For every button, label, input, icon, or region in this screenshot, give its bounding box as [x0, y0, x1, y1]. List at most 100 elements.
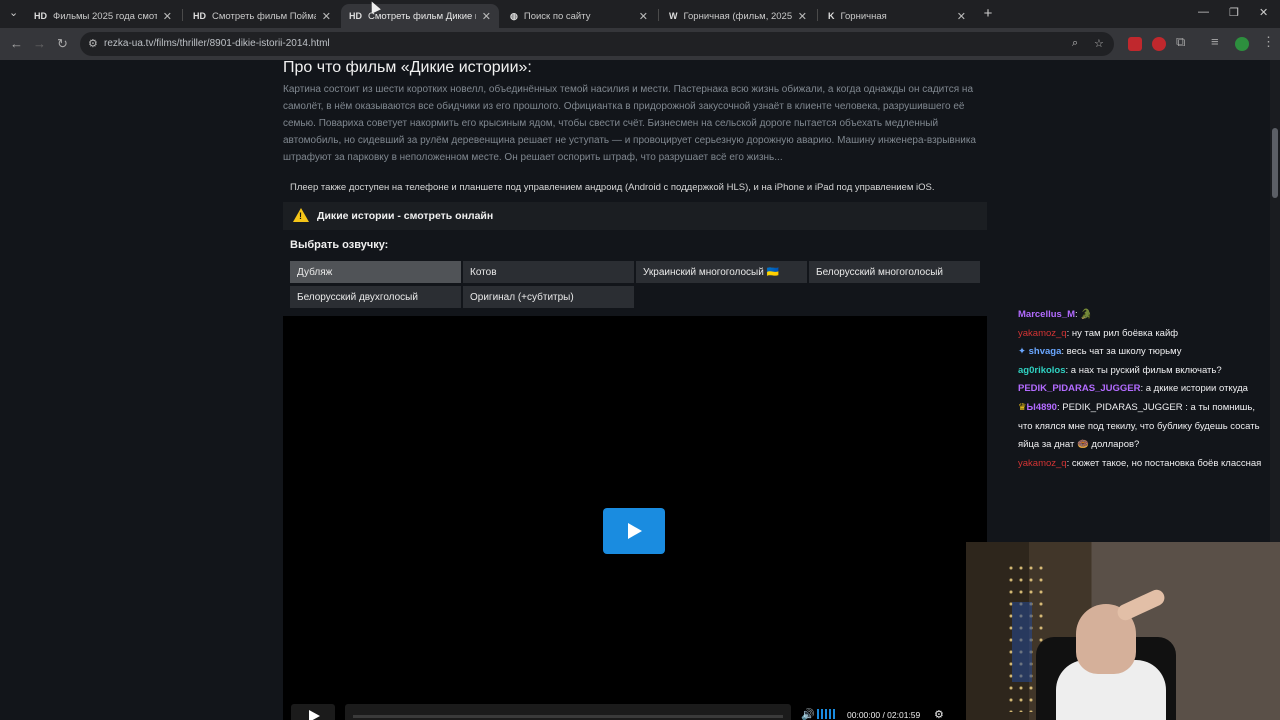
voiceover-option-kotov[interactable]: Котов: [463, 261, 634, 283]
hd-favicon-icon: HD: [193, 11, 206, 21]
player-controls: 🔊 00:00:00 / 02:01:59 ⚙: [283, 700, 987, 720]
volume-slider[interactable]: [817, 709, 837, 719]
tab-separator: [658, 9, 659, 21]
wikipedia-favicon-icon: W: [669, 11, 678, 21]
close-icon[interactable]: ✕: [322, 10, 331, 23]
chat-username: yakamoz_q: [1018, 327, 1067, 339]
sword-badge-icon: ✦: [1018, 346, 1029, 358]
close-icon[interactable]: ✕: [798, 10, 807, 23]
chat-username: Ы4890: [1026, 401, 1057, 413]
big-play-button[interactable]: [603, 508, 665, 554]
tab-title: Горничная (фильм, 2025) — Ви: [683, 10, 792, 22]
forward-icon[interactable]: →: [33, 36, 46, 51]
reload-icon[interactable]: ↻: [57, 36, 68, 52]
watch-online-title: Дикие истории - смотреть онлайн: [317, 210, 494, 222]
warning-exclamation-icon: !: [299, 211, 302, 221]
chat-username: yakamoz_q: [1018, 457, 1067, 469]
chat-message: ag0rikolos: а нах ты руский фильм включа…: [1018, 362, 1270, 381]
hd-favicon-icon: HD: [349, 11, 362, 21]
chat-text: : 🐊: [1075, 309, 1093, 320]
chat-username: shvaga: [1028, 346, 1062, 358]
browser-tab-6[interactable]: K Горничная ✕: [820, 4, 974, 28]
browser-tab-5[interactable]: W Горничная (фильм, 2025) — Ви ✕: [661, 4, 815, 28]
globe-favicon-icon: ◍: [510, 10, 518, 21]
chat-message: Marcellus_M: 🐊: [1018, 306, 1270, 325]
browser-tab-2[interactable]: HD Смотреть фильм Пойман с по ✕: [185, 4, 339, 28]
voiceover-selector: Выбрать озвучку: Дубляж Котов Украинский…: [283, 230, 987, 316]
site-info-icon[interactable]: ⚙: [88, 37, 98, 50]
chat-message: ♛Ы4890: PEDIK_PIDARAS_JUGGER : а ты помн…: [1018, 399, 1270, 455]
zoom-icon[interactable]: ⌕: [1072, 37, 1078, 50]
volume-icon[interactable]: 🔊: [801, 708, 815, 720]
chat-text: : а нах ты руский фильм включать?: [1065, 364, 1222, 376]
new-tab-button[interactable]: +: [980, 6, 996, 22]
voiceover-label: Выбрать озвучку:: [290, 239, 389, 251]
tab-separator: [817, 9, 818, 21]
about-heading: Про что фильм «Дикие истории»:: [283, 60, 532, 76]
tab-title: Поиск по сайту: [523, 10, 591, 22]
progress-track: [353, 715, 783, 718]
browser-tab-3-active[interactable]: HD Смотреть фильм Дикие истор ✕: [341, 4, 499, 28]
tab-search-icon[interactable]: ⌄: [9, 6, 18, 19]
chat-text: : а дкике истории откуда: [1140, 383, 1248, 395]
minimize-icon[interactable]: —: [1198, 6, 1209, 18]
shelf: [1012, 602, 1032, 682]
menu-kebab-icon[interactable]: ⋮: [1262, 34, 1275, 50]
chat-username: ag0rikolos: [1018, 364, 1066, 376]
browser-toolbar: ← → ↻ ⚙ rezka-ua.tv/films/thriller/8901-…: [0, 28, 1280, 60]
close-window-icon[interactable]: ✕: [1259, 6, 1268, 19]
tab-strip: ⌄ HD Фильмы 2025 года смотреть о ✕ HD См…: [0, 0, 1280, 28]
player-availability-note: Плеер также доступен на телефоне и планш…: [290, 182, 935, 193]
chat-text: : ну там рил боёвка кайф: [1066, 327, 1179, 339]
stream-chat-overlay: Marcellus_M: 🐊 yakamoz_q: ну там рил боё…: [1018, 306, 1270, 473]
voiceover-option-ukrainian-multi[interactable]: Украинский многоголосый 🇺🇦: [636, 261, 807, 283]
streamer-webcam: [966, 542, 1280, 720]
chat-message: yakamoz_q: сюжет такое, но постановка бо…: [1018, 455, 1270, 474]
extension-icon[interactable]: [1152, 37, 1166, 51]
voiceover-option-belarusian-multi[interactable]: Белорусский многоголосый: [809, 261, 980, 283]
close-icon[interactable]: ✕: [482, 10, 491, 23]
close-icon[interactable]: ✕: [639, 10, 648, 23]
tab-title: Смотреть фильм Дикие истор: [368, 10, 476, 22]
chat-message: PEDIK_PIDARAS_JUGGER: а дкике истории от…: [1018, 380, 1270, 399]
browser-tab-1[interactable]: HD Фильмы 2025 года смотреть о ✕: [26, 4, 180, 28]
tab-title: Смотреть фильм Пойман с по: [212, 10, 316, 22]
hd-favicon-icon: HD: [34, 11, 47, 21]
chat-text: : весь чат за школу тюрьму: [1061, 346, 1182, 358]
chat-username: PEDIK_PIDARAS_JUGGER: [1018, 383, 1141, 395]
chat-message: ✦ shvaga: весь чат за школу тюрьму: [1018, 343, 1270, 362]
tab-title: Фильмы 2025 года смотреть о: [53, 10, 157, 22]
crown-badge-icon: ♛: [1018, 401, 1027, 413]
settings-gear-icon[interactable]: ⚙: [934, 708, 944, 720]
tab-search-list-icon[interactable]: ≡: [1211, 34, 1219, 49]
kinopoisk-favicon-icon: K: [828, 11, 835, 21]
extension-icon[interactable]: [1128, 37, 1142, 51]
browser-tab-4[interactable]: ◍ Поиск по сайту ✕: [502, 4, 656, 28]
voiceover-option-belarusian-two[interactable]: Белорусский двухголосый: [290, 286, 461, 308]
chat-text: : сюжет такое, но постановка боёв классн…: [1066, 457, 1262, 469]
watch-online-bar: ! Дикие истории - смотреть онлайн: [283, 202, 987, 230]
voiceover-option-dub[interactable]: Дубляж: [290, 261, 461, 283]
extensions-puzzle-icon[interactable]: ⧉: [1176, 34, 1185, 50]
play-button[interactable]: [291, 704, 335, 720]
url-text: rezka-ua.tv/films/thriller/8901-dikie-is…: [104, 38, 330, 49]
close-icon[interactable]: ✕: [163, 10, 172, 23]
bookmark-star-icon[interactable]: ☆: [1094, 37, 1104, 50]
profile-avatar-icon[interactable]: [1235, 37, 1249, 51]
voiceover-option-original[interactable]: Оригинал (+субтитры): [463, 286, 634, 308]
tab-separator: [182, 9, 183, 21]
player-time: 00:00:00 / 02:01:59: [847, 710, 921, 720]
close-icon[interactable]: ✕: [957, 10, 966, 23]
chat-message: yakamoz_q: ну там рил боёвка кайф: [1018, 325, 1270, 344]
back-icon[interactable]: ←: [10, 36, 23, 51]
movie-description: Картина состоит из шести коротких новелл…: [283, 84, 976, 163]
restore-icon[interactable]: ❐: [1229, 6, 1239, 19]
tab-title: Горничная: [840, 10, 887, 22]
scrollbar-thumb[interactable]: [1272, 128, 1278, 198]
address-bar[interactable]: ⚙ rezka-ua.tv/films/thriller/8901-dikie-…: [80, 32, 1114, 56]
play-icon: [628, 523, 642, 539]
chat-username: Marcellus_M: [1018, 309, 1076, 320]
video-player[interactable]: 🔊 00:00:00 / 02:01:59 ⚙: [283, 316, 987, 720]
progress-bar[interactable]: [345, 704, 791, 720]
play-icon: [309, 710, 320, 720]
